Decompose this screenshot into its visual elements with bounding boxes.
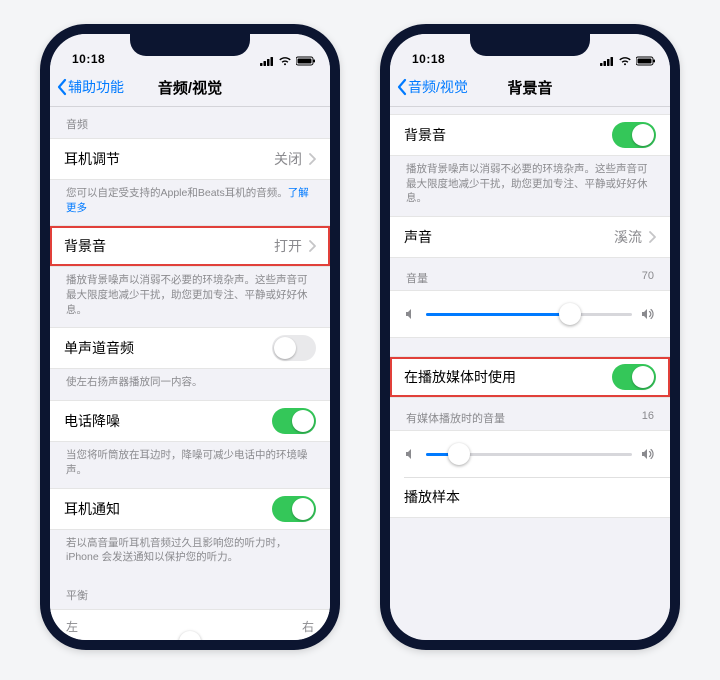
back-button[interactable]: 辅助功能 xyxy=(56,68,124,106)
media-volume-value: 16 xyxy=(642,410,654,426)
toggle-use-with-media[interactable] xyxy=(612,364,656,390)
page-title: 音频/视觉 xyxy=(158,77,222,98)
row-label: 单声道音频 xyxy=(64,338,272,358)
row-label: 声音 xyxy=(404,227,614,247)
row-mono-audio[interactable]: 单声道音频 xyxy=(50,328,330,368)
status-indicators xyxy=(260,56,316,66)
speaker-high-icon xyxy=(640,447,656,461)
chevron-right-icon xyxy=(308,240,316,252)
row-label: 耳机调节 xyxy=(64,149,274,169)
slider-thumb[interactable] xyxy=(448,443,470,465)
row-label: 背景音 xyxy=(64,236,274,256)
signal-icon xyxy=(600,56,614,66)
footer-headphone-notify: 若以高音量听耳机音频过久且影响您的听力时，iPhone 会发送通知以保护您的听力… xyxy=(50,530,330,575)
page-title: 背景音 xyxy=(507,77,552,98)
nav-bar: 辅助功能 音频/视觉 xyxy=(50,68,330,107)
row-media-volume-slider[interactable] xyxy=(390,431,670,477)
balance-left-label: 左 xyxy=(66,618,78,635)
volume-value: 70 xyxy=(642,270,654,286)
back-button[interactable]: 音频/视觉 xyxy=(396,68,468,106)
notch xyxy=(130,34,250,56)
status-time: 10:18 xyxy=(72,52,105,66)
row-label: 耳机通知 xyxy=(64,499,272,519)
toggle-noise-cancel[interactable] xyxy=(272,408,316,434)
phone-background-sound: 10:18 音频/视觉 背景音 背景音 播放背景噪声以消弱不必要的环境 xyxy=(380,24,680,650)
volume-header: 音量 70 xyxy=(390,258,670,290)
balance-right-label: 右 xyxy=(302,618,314,635)
media-volume-header: 有媒体播放时的音量 16 xyxy=(390,398,670,430)
slider-track[interactable] xyxy=(426,453,632,456)
chevron-right-icon xyxy=(308,153,316,165)
chevron-left-icon xyxy=(56,78,68,96)
slider-thumb[interactable] xyxy=(559,303,581,325)
wifi-icon xyxy=(618,56,632,66)
media-volume-label: 有媒体播放时的音量 xyxy=(406,410,505,426)
row-value: 关闭 xyxy=(274,149,302,169)
battery-icon xyxy=(636,56,656,66)
row-value: 溪流 xyxy=(614,227,642,247)
footer-bg: 播放背景噪声以消弱不必要的环境杂声。这些声音可最大限度地减少干扰，助您更加专注、… xyxy=(390,156,670,216)
section-header-audio: 音频 xyxy=(50,104,330,138)
toggle-mono[interactable] xyxy=(272,335,316,361)
row-label: 在播放媒体时使用 xyxy=(404,367,612,387)
row-background-sound[interactable]: 背景音 打开 xyxy=(50,226,330,266)
row-balance-slider[interactable]: 左 右 xyxy=(50,610,330,640)
row-headphone-adjust[interactable]: 耳机调节 关闭 xyxy=(50,139,330,179)
footer-headphone-adjust: 您可以自定受支持的Apple和Beats耳机的音频。了解更多 xyxy=(50,180,330,225)
row-phone-noise-cancel[interactable]: 电话降噪 xyxy=(50,401,330,441)
row-sound-select[interactable]: 声音 溪流 xyxy=(390,217,670,257)
footer-mono: 使左右扬声器播放同一内容。 xyxy=(50,369,330,400)
slider-track[interactable] xyxy=(426,313,632,316)
phone-audio-visual: 10:18 辅助功能 音频/视觉 音频 耳机调节 关闭 xyxy=(40,24,340,650)
battery-icon xyxy=(296,56,316,66)
chevron-left-icon xyxy=(396,78,408,96)
section-header-balance: 平衡 xyxy=(50,575,330,609)
volume-label: 音量 xyxy=(406,270,428,286)
chevron-right-icon xyxy=(648,231,656,243)
play-sample-link[interactable]: 播放样本 xyxy=(404,487,656,507)
row-value: 打开 xyxy=(274,236,302,256)
signal-icon xyxy=(260,56,274,66)
row-background-sound-toggle[interactable]: 背景音 xyxy=(390,115,670,155)
footer-background-sound: 播放背景噪声以消弱不必要的环境杂声。这些声音可最大限度地减少干扰，助您更加专注、… xyxy=(50,267,330,327)
row-use-with-media[interactable]: 在播放媒体时使用 xyxy=(390,357,670,397)
nav-bar: 音频/视觉 背景音 xyxy=(390,68,670,107)
back-label: 音频/视觉 xyxy=(408,77,468,97)
row-label: 电话降噪 xyxy=(64,411,272,431)
wifi-icon xyxy=(278,56,292,66)
row-volume-slider[interactable] xyxy=(390,291,670,337)
status-time: 10:18 xyxy=(412,52,445,66)
notch xyxy=(470,34,590,56)
speaker-low-icon xyxy=(404,307,418,321)
speaker-low-icon xyxy=(404,447,418,461)
row-label: 背景音 xyxy=(404,125,612,145)
row-headphone-notify[interactable]: 耳机通知 xyxy=(50,489,330,529)
toggle-headphone-notify[interactable] xyxy=(272,496,316,522)
footer-noise-cancel: 当您将听筒放在耳边时，降噪可减少电话中的环境噪声。 xyxy=(50,442,330,487)
back-label: 辅助功能 xyxy=(68,77,124,97)
toggle-background-sound[interactable] xyxy=(612,122,656,148)
status-indicators xyxy=(600,56,656,66)
row-play-sample[interactable]: 播放样本 xyxy=(390,477,670,517)
speaker-high-icon xyxy=(640,307,656,321)
